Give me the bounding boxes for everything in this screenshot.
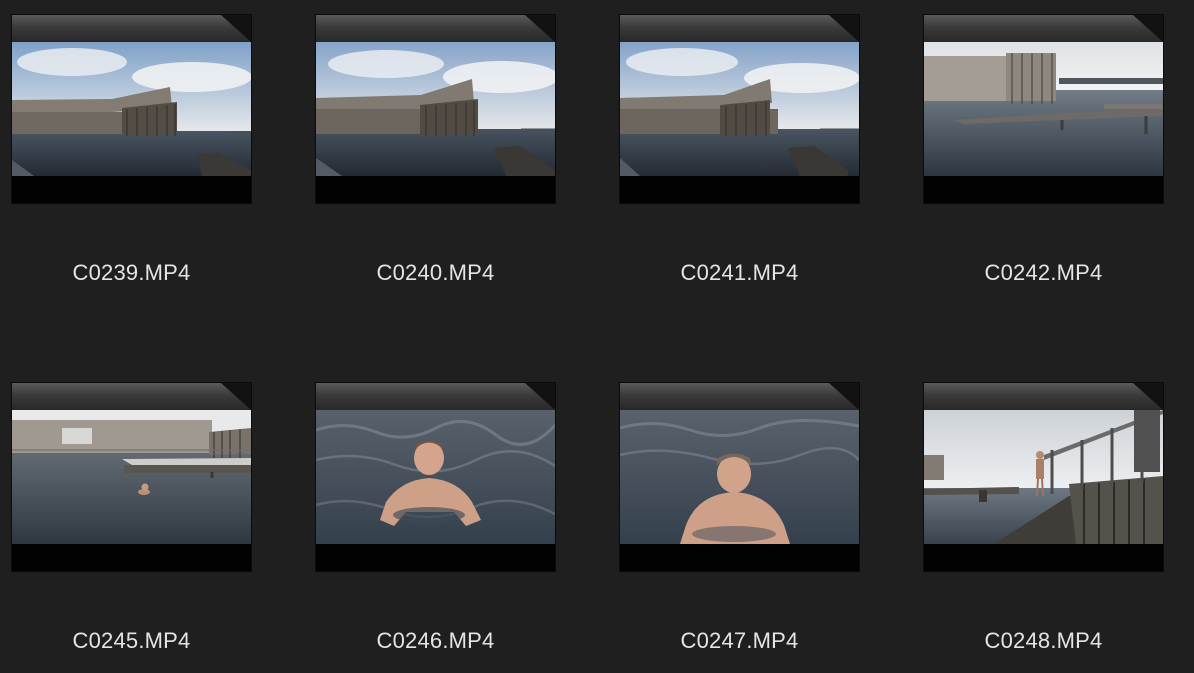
thumbnail-top-bar xyxy=(12,15,251,42)
file-name-label[interactable]: C0248.MP4 xyxy=(924,627,1163,655)
thumbnail-corner xyxy=(829,383,859,410)
video-thumbnail[interactable] xyxy=(620,383,859,571)
file-item-c0248[interactable]: C0248.MP4 xyxy=(924,383,1164,673)
thumbnail-bottom-bar xyxy=(316,544,555,571)
thumbnail-bottom-bar xyxy=(620,176,859,203)
file-item-c0245[interactable]: C0245.MP4 xyxy=(12,383,252,673)
video-thumbnail[interactable] xyxy=(620,15,859,203)
thumbnail-bottom-bar xyxy=(620,544,859,571)
thumbnail-image xyxy=(924,42,1163,176)
file-item-c0246[interactable]: C0246.MP4 xyxy=(316,383,556,673)
thumbnail-corner xyxy=(1133,15,1163,42)
file-name-label[interactable]: C0246.MP4 xyxy=(316,627,555,655)
file-item-c0247[interactable]: C0247.MP4 xyxy=(620,383,860,673)
file-item-c0241[interactable]: C0241.MP4 xyxy=(620,15,860,305)
thumbnail-image xyxy=(620,42,859,176)
file-name-label[interactable]: C0245.MP4 xyxy=(12,627,251,655)
thumbnail-image xyxy=(316,42,555,176)
thumbnail-image xyxy=(620,410,859,544)
thumbnail-corner xyxy=(1133,383,1163,410)
thumbnail-bottom-bar xyxy=(924,176,1163,203)
thumbnail-top-bar xyxy=(12,383,251,410)
file-name-label[interactable]: C0239.MP4 xyxy=(12,259,251,287)
thumbnail-top-bar xyxy=(620,383,859,410)
video-thumbnail[interactable] xyxy=(924,383,1163,571)
thumbnail-corner xyxy=(221,15,251,42)
thumbnail-top-bar xyxy=(924,15,1163,42)
thumbnail-image xyxy=(12,410,251,544)
file-name-label[interactable]: C0242.MP4 xyxy=(924,259,1163,287)
thumbnail-image xyxy=(924,410,1163,544)
thumbnail-top-bar xyxy=(316,383,555,410)
video-thumbnail[interactable] xyxy=(316,383,555,571)
video-thumbnail[interactable] xyxy=(12,15,251,203)
thumbnail-bottom-bar xyxy=(12,544,251,571)
file-grid: C0239.MP4 C0240.MP4 C0241.MP4 C0242.MP4 … xyxy=(0,0,1194,670)
thumbnail-image xyxy=(12,42,251,176)
thumbnail-top-bar xyxy=(316,15,555,42)
video-thumbnail[interactable] xyxy=(924,15,1163,203)
thumbnail-corner xyxy=(829,15,859,42)
file-name-label[interactable]: C0241.MP4 xyxy=(620,259,859,287)
video-thumbnail[interactable] xyxy=(316,15,555,203)
file-item-c0242[interactable]: C0242.MP4 xyxy=(924,15,1164,305)
video-thumbnail[interactable] xyxy=(12,383,251,571)
thumbnail-corner xyxy=(221,383,251,410)
file-item-c0240[interactable]: C0240.MP4 xyxy=(316,15,556,305)
thumbnail-image xyxy=(316,410,555,544)
thumbnail-top-bar xyxy=(620,15,859,42)
thumbnail-corner xyxy=(525,15,555,42)
thumbnail-bottom-bar xyxy=(12,176,251,203)
thumbnail-bottom-bar xyxy=(316,176,555,203)
file-item-c0239[interactable]: C0239.MP4 xyxy=(12,15,252,305)
thumbnail-top-bar xyxy=(924,383,1163,410)
thumbnail-corner xyxy=(525,383,555,410)
file-name-label[interactable]: C0247.MP4 xyxy=(620,627,859,655)
thumbnail-bottom-bar xyxy=(924,544,1163,571)
file-name-label[interactable]: C0240.MP4 xyxy=(316,259,555,287)
